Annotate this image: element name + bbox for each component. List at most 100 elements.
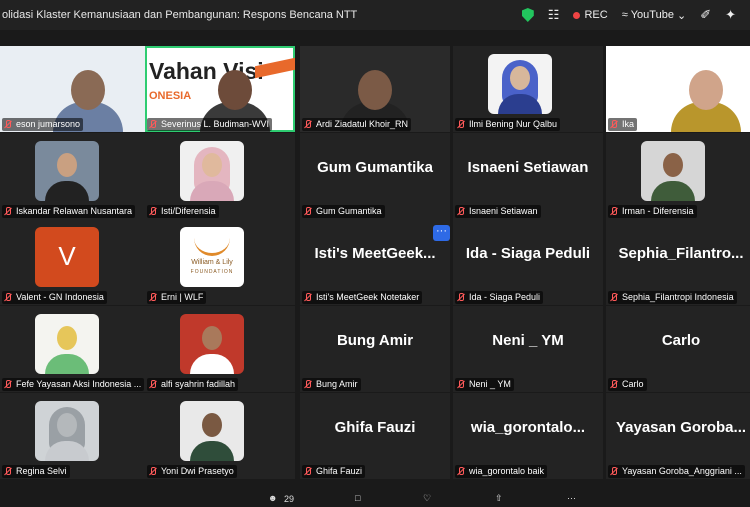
muted-mic-icon bbox=[304, 207, 312, 216]
participant-name-text: eson jumarsono bbox=[16, 119, 81, 129]
muted-mic-icon bbox=[457, 467, 465, 476]
muted-mic-icon bbox=[304, 380, 312, 389]
participant-tile[interactable]: Bung Amir Bung Amir bbox=[300, 306, 450, 392]
pen-icon[interactable]: ✐ bbox=[700, 7, 711, 23]
participant-name-label: Gum Gumantika bbox=[302, 205, 385, 218]
participant-name-text: Gum Gumantika bbox=[316, 206, 382, 216]
participant-name-label: Yayasan Goroba_Anggriani ... bbox=[608, 465, 745, 478]
participant-tile[interactable]: Ida - Siaga Peduli Ida - Siaga Peduli bbox=[453, 219, 603, 305]
participant-tile[interactable]: Isti's MeetGeek... Isti's MeetGeek Noteta… bbox=[300, 219, 450, 305]
chat-icon[interactable]: □ bbox=[355, 493, 360, 503]
participant-tile[interactable]: Carlo Carlo bbox=[606, 306, 750, 392]
avatar-body bbox=[651, 181, 695, 201]
participant-name-text: Bung Amir bbox=[316, 379, 358, 389]
avatar-letter: V bbox=[58, 241, 76, 271]
muted-mic-icon bbox=[149, 207, 157, 216]
muted-mic-icon bbox=[610, 120, 618, 129]
muted-mic-icon bbox=[457, 380, 465, 389]
participant-tile[interactable]: Yayasan Goroba... Yayasan Goroba_Anggrian… bbox=[606, 393, 750, 479]
avatar-face bbox=[663, 153, 683, 177]
participant-tile[interactable]: Iskandar Relawan Nusantara bbox=[0, 133, 150, 219]
participant-tile[interactable]: Sephia_Filantro... Sephia_Filantropi Indo… bbox=[606, 219, 750, 305]
participant-name-text: Ika bbox=[622, 119, 635, 129]
avatar-face bbox=[57, 413, 77, 437]
participant-tile[interactable]: Ilmi Bening Nur Qalbu bbox=[453, 46, 603, 132]
participant-name-text: Carlo bbox=[622, 379, 644, 389]
participant-name-text: Irman - Diferensia bbox=[622, 206, 694, 216]
participant-name-label: Fefe Yayasan Aksi Indonesia ... bbox=[2, 378, 145, 391]
participant-tile[interactable]: William & Lily FOUNDATION Erni | WLF bbox=[145, 219, 295, 305]
participant-tile[interactable]: eson jumarsono bbox=[0, 46, 150, 132]
participant-name-label: Ida - Siaga Peduli bbox=[455, 291, 544, 304]
muted-mic-icon bbox=[4, 380, 12, 389]
muted-mic-icon bbox=[304, 293, 312, 302]
participant-tile[interactable]: Fefe Yayasan Aksi Indonesia ... bbox=[0, 306, 150, 392]
muted-mic-icon bbox=[149, 120, 157, 129]
participant-name-label: Isnaeni Setiawan bbox=[455, 205, 541, 218]
security-shield-icon[interactable] bbox=[521, 8, 534, 22]
muted-mic-icon bbox=[610, 207, 618, 216]
reactions-icon[interactable]: ♡ bbox=[423, 493, 431, 504]
participant-tile[interactable]: Ghifa Fauzi Ghifa Fauzi bbox=[300, 393, 450, 479]
participant-name-label: Regina Selvi bbox=[2, 465, 70, 478]
participant-name-text: Ardi Ziadatul Khoir_RN bbox=[316, 119, 409, 129]
participant-name-text: Sephia_Filantropi Indonesia bbox=[622, 292, 734, 302]
avatar: V bbox=[35, 227, 99, 287]
participant-name-label: Ilmi Bening Nur Qalbu bbox=[455, 118, 561, 131]
participant-tile[interactable]: Neni _ YM Neni _ YM bbox=[453, 306, 603, 392]
youtube-stream-menu[interactable]: ≈ YouTube ⌄ bbox=[622, 9, 687, 22]
participant-tile[interactable]: Ika bbox=[606, 46, 750, 132]
participant-name-label: Isti/Diferensia bbox=[147, 205, 219, 218]
participant-name-text: Erni | WLF bbox=[161, 292, 204, 302]
avatar bbox=[641, 141, 705, 201]
more-options-button[interactable]: ··· bbox=[433, 225, 450, 241]
participant-face bbox=[358, 70, 392, 110]
muted-mic-icon bbox=[457, 120, 465, 129]
participant-name-text: Ghifa Fauzi bbox=[316, 466, 363, 476]
participant-name-label: Neni _ YM bbox=[455, 378, 514, 391]
participant-name-label: alfi syahrin fadillah bbox=[147, 378, 239, 391]
participants-icon[interactable]: ☻ bbox=[268, 493, 277, 503]
muted-mic-icon bbox=[457, 293, 465, 302]
muted-mic-icon bbox=[304, 467, 312, 476]
participant-tile[interactable]: Isnaeni Setiawan Isnaeni Setiawan bbox=[453, 133, 603, 219]
avatar-face bbox=[57, 153, 77, 177]
participant-display-name: Bung Amir bbox=[336, 332, 414, 349]
participant-face bbox=[71, 70, 105, 110]
participant-tile[interactable]: alfi syahrin fadillah bbox=[145, 306, 295, 392]
muted-mic-icon bbox=[4, 467, 12, 476]
participant-tile[interactable]: wia_gorontalo... wia_gorontalo baik bbox=[453, 393, 603, 479]
organization-logo-sub: ONESIA bbox=[149, 90, 192, 102]
avatar: William & Lily FOUNDATION bbox=[180, 227, 244, 287]
participant-name-label: Severinus L. Budiman-WVI bbox=[147, 118, 273, 131]
notes-icon[interactable]: ☷ bbox=[548, 7, 560, 23]
meeting-top-bar: olidasi Klaster Kemanusiaan dan Pembangu… bbox=[0, 0, 750, 30]
muted-mic-icon bbox=[149, 380, 157, 389]
participant-name-label: Bung Amir bbox=[302, 378, 361, 391]
participant-name-label: Ghifa Fauzi bbox=[302, 465, 366, 478]
participant-tile[interactable]: Gum Gumantika Gum Gumantika bbox=[300, 133, 450, 219]
avatar-body bbox=[190, 441, 234, 461]
wlf-logo-sub: FOUNDATION bbox=[190, 269, 234, 275]
avatar bbox=[35, 141, 99, 201]
participant-tile[interactable]: Ardi Ziadatul Khoir_RN bbox=[300, 46, 450, 132]
sparkle-icon[interactable]: ✦ bbox=[725, 7, 736, 23]
participant-name-label: Erni | WLF bbox=[147, 291, 207, 304]
participant-tile[interactable]: Regina Selvi bbox=[0, 393, 150, 479]
participant-name-text: wia_gorontalo baik bbox=[469, 466, 545, 476]
participant-display-name: Ida - Siaga Peduli bbox=[465, 245, 591, 262]
avatar bbox=[35, 401, 99, 461]
avatar bbox=[180, 141, 244, 201]
participant-tile[interactable]: Vahan Visi ONESIA Severinus L. Budiman-WVI bbox=[145, 46, 295, 132]
participant-tile[interactable]: Yoni Dwi Prasetyo bbox=[145, 393, 295, 479]
muted-mic-icon bbox=[457, 207, 465, 216]
participant-name-text: Isnaeni Setiawan bbox=[469, 206, 538, 216]
more-icon[interactable]: ⋯ bbox=[567, 493, 576, 504]
participant-tile[interactable]: Irman - Diferensia bbox=[606, 133, 750, 219]
participant-tile[interactable]: V Valent - GN Indonesia bbox=[0, 219, 150, 305]
avatar bbox=[180, 401, 244, 461]
share-screen-icon[interactable]: ⇧ bbox=[495, 493, 503, 504]
participant-name-text: alfi syahrin fadillah bbox=[161, 379, 236, 389]
participant-tile[interactable]: Isti/Diferensia bbox=[145, 133, 295, 219]
recording-indicator[interactable]: REC bbox=[573, 9, 608, 21]
